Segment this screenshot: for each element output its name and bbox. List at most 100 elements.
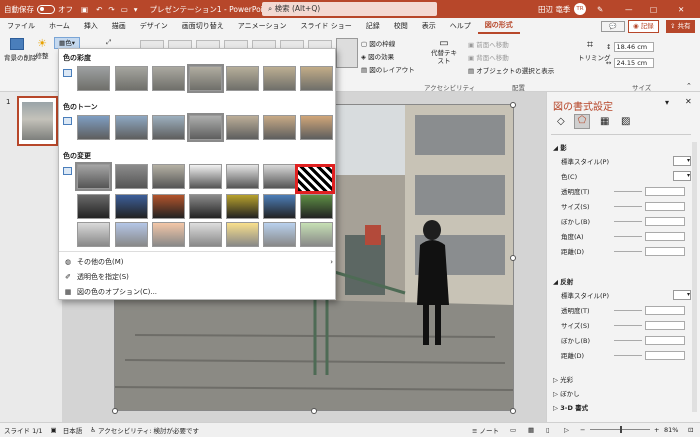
- value-spinner[interactable]: [645, 305, 685, 315]
- quick-access-menu-icon[interactable]: ▾: [134, 5, 138, 14]
- recolor-swatch[interactable]: [189, 194, 222, 219]
- remove-background-button[interactable]: 背景の削除: [4, 38, 37, 62]
- recolor-swatch[interactable]: [226, 222, 259, 247]
- zoom-in-icon[interactable]: +: [654, 426, 659, 434]
- slider[interactable]: [614, 220, 642, 222]
- pane-options-icon[interactable]: ▾: [665, 98, 669, 107]
- tone-swatch[interactable]: [187, 113, 224, 142]
- saturation-swatch[interactable]: [187, 64, 224, 93]
- minimize-icon[interactable]: —: [625, 5, 633, 14]
- accessibility-status[interactable]: アクセシビリティ: 検討が必要です: [98, 425, 199, 435]
- send-backward-button[interactable]: ▣ 背面へ移動: [468, 52, 509, 62]
- width-field[interactable]: ↔ 24.15 cm: [606, 58, 654, 68]
- value-spinner[interactable]: [645, 231, 685, 241]
- compress-icon[interactable]: ⤢: [106, 38, 111, 47]
- saturation-swatch[interactable]: [226, 66, 259, 91]
- tab-4[interactable]: デザイン: [133, 21, 175, 31]
- tab-3[interactable]: 描画: [105, 21, 133, 31]
- tab-7[interactable]: スライド ショー: [294, 21, 359, 31]
- tab-9[interactable]: 校閲: [387, 21, 415, 31]
- saturation-swatch[interactable]: [115, 66, 148, 91]
- picture-style-more[interactable]: [336, 38, 358, 68]
- color-picker-button[interactable]: ▾: [673, 171, 691, 181]
- zoom-out-icon[interactable]: −: [580, 426, 585, 434]
- notes-button[interactable]: ≡ ノート: [472, 425, 499, 435]
- language-indicator[interactable]: 日本語: [63, 425, 83, 435]
- save-icon[interactable]: ▣: [81, 5, 88, 14]
- glow-section[interactable]: ▷ 光彩: [553, 374, 573, 384]
- collapse-ribbon-icon[interactable]: ⌃: [686, 82, 692, 90]
- recolor-swatch[interactable]: [189, 164, 222, 189]
- preset-dropdown[interactable]: ▾: [673, 290, 691, 300]
- saturation-swatch[interactable]: [152, 66, 185, 91]
- slider[interactable]: [614, 250, 642, 252]
- threed-format-section[interactable]: ▷ 3-D 書式: [553, 402, 588, 412]
- picture-effects-button[interactable]: ◈ 図の効果: [361, 51, 394, 61]
- resize-handle-bottom-left[interactable]: [112, 408, 118, 414]
- soft-edges-section[interactable]: ▷ ぼかし: [553, 388, 580, 398]
- tone-swatch[interactable]: [226, 115, 259, 140]
- slider[interactable]: [614, 339, 642, 341]
- bring-forward-button[interactable]: ▣ 前面へ移動: [468, 39, 509, 49]
- recolor-swatch[interactable]: [152, 164, 185, 189]
- slider[interactable]: [614, 235, 642, 237]
- tone-swatch[interactable]: [300, 115, 333, 140]
- maximize-icon[interactable]: □: [650, 5, 657, 14]
- slider[interactable]: [614, 324, 642, 326]
- height-field[interactable]: ↕ 18.46 cm: [606, 42, 654, 52]
- tab-1[interactable]: ホーム: [42, 21, 77, 31]
- crop-button[interactable]: ⌗ トリミング: [578, 38, 611, 62]
- value-spinner[interactable]: [645, 201, 685, 211]
- comments-icon[interactable]: 💬: [601, 21, 625, 32]
- tone-swatch[interactable]: [263, 115, 296, 140]
- corrections-button[interactable]: ☀ 修整: [32, 38, 52, 61]
- recolor-swatch[interactable]: [75, 162, 112, 191]
- tab-12[interactable]: 図の形式: [477, 18, 520, 34]
- fit-slide-icon[interactable]: ⊡: [688, 426, 693, 434]
- recolor-swatch[interactable]: [115, 164, 148, 189]
- record-button[interactable]: ◉ 記録: [628, 20, 659, 33]
- saturation-swatch[interactable]: [263, 66, 296, 91]
- recolor-swatch[interactable]: [115, 194, 148, 219]
- picture-color-options-menu-item[interactable]: ▦ 図の色のオプション(C)...: [63, 287, 157, 297]
- picture-layout-button[interactable]: ▤ 図のレイアウト: [361, 64, 415, 74]
- resize-handle-bottom-right[interactable]: [510, 408, 516, 414]
- recolor-swatch[interactable]: [226, 164, 259, 189]
- effects-tab-icon[interactable]: ⬠: [574, 114, 590, 129]
- recolor-swatch[interactable]: [152, 222, 185, 247]
- slide-sorter-icon[interactable]: ▦: [528, 426, 534, 434]
- recolor-swatch[interactable]: [152, 194, 185, 219]
- saturation-swatch[interactable]: [77, 66, 110, 91]
- tab-0[interactable]: ファイル: [0, 21, 42, 31]
- tab-5[interactable]: 画面切り替え: [175, 21, 231, 31]
- tab-10[interactable]: 表示: [415, 21, 443, 31]
- picture-tab-icon[interactable]: ▨: [621, 116, 630, 127]
- zoom-slider-thumb[interactable]: [620, 426, 622, 433]
- recolor-swatch[interactable]: [300, 194, 333, 219]
- pen-icon[interactable]: ✎: [597, 5, 603, 14]
- tab-8[interactable]: 記録: [359, 21, 387, 31]
- selection-pane-button[interactable]: ▤ オブジェクトの選択と表示: [468, 65, 554, 75]
- search-box[interactable]: ⌕ 検索 (Alt+Q): [262, 2, 437, 16]
- picture-border-button[interactable]: ▢ 図の枠線: [361, 38, 395, 48]
- pane-scrollbar[interactable]: [692, 142, 697, 412]
- value-spinner[interactable]: [645, 335, 685, 345]
- slide-thumbnail[interactable]: [17, 96, 58, 146]
- share-button[interactable]: ⇪ 共有: [666, 20, 695, 33]
- preset-dropdown[interactable]: ▾: [673, 156, 691, 166]
- present-icon[interactable]: ▭: [121, 5, 128, 14]
- alt-text-button[interactable]: ▭ 代替テキスト: [428, 38, 460, 65]
- redo-icon[interactable]: ↷: [108, 5, 114, 14]
- value-spinner[interactable]: [645, 216, 685, 226]
- recolor-swatch[interactable]: [263, 164, 296, 189]
- recolor-swatch[interactable]: [226, 194, 259, 219]
- recolor-swatch[interactable]: [295, 164, 335, 194]
- normal-view-icon[interactable]: ▭: [510, 426, 516, 434]
- undo-icon[interactable]: ↶: [96, 5, 102, 14]
- pane-close-icon[interactable]: ✕: [685, 97, 692, 106]
- slider[interactable]: [614, 309, 642, 311]
- value-spinner[interactable]: [645, 350, 685, 360]
- shadow-section[interactable]: ◢ 影: [553, 142, 567, 152]
- slider[interactable]: [614, 205, 642, 207]
- autosave-toggle[interactable]: [37, 4, 55, 14]
